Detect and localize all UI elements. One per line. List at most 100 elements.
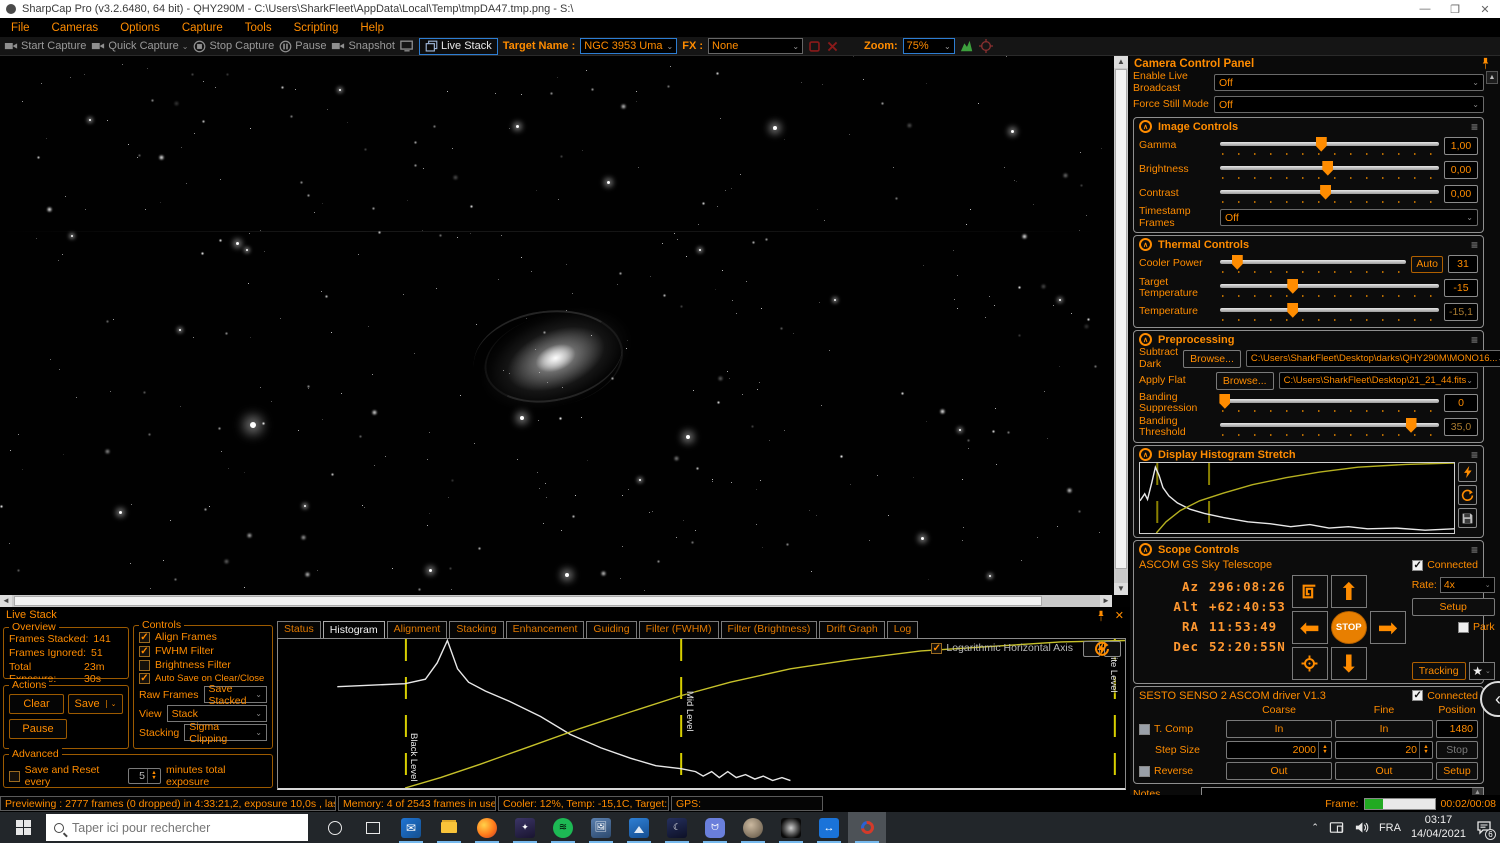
contrast-value[interactable]: 0,00 [1444, 185, 1478, 203]
taskbar-photos[interactable] [620, 812, 658, 843]
timestamp-frames-select[interactable]: Off ⌄ [1220, 209, 1478, 226]
cooler-power-slider[interactable] [1220, 254, 1406, 275]
focuser-connected-checkbox[interactable] [1412, 690, 1423, 701]
raw-frames-select[interactable]: Save Stacked ⌄ [204, 686, 267, 703]
log-axis-checkbox[interactable] [931, 643, 942, 654]
taskbar-planetarium[interactable] [734, 812, 772, 843]
slew-down-button[interactable]: ⬇ [1331, 647, 1367, 680]
tab-alignment[interactable]: Alignment [387, 621, 448, 638]
collapse-icon[interactable]: ∧ [1139, 448, 1152, 461]
minimize-button[interactable]: — [1410, 0, 1440, 18]
start-capture-button[interactable]: Start Capture [4, 39, 86, 53]
scroll-down-icon[interactable]: ▼ [1114, 583, 1128, 595]
menu-tools[interactable]: Tools [234, 22, 283, 34]
scroll-left-icon[interactable]: ◄ [0, 595, 12, 607]
image-horizontal-scrollbar[interactable]: ◄ ► [0, 595, 1112, 607]
taskbar-nightsky-app[interactable]: ☾ [658, 812, 696, 843]
scroll-right-icon[interactable]: ► [1100, 595, 1112, 607]
close-icon[interactable]: ✕ [1115, 609, 1124, 622]
gamma-value[interactable]: 1,00 [1444, 137, 1478, 155]
pause-button[interactable]: Pause [279, 40, 326, 53]
gamma-slider[interactable] [1220, 136, 1439, 157]
banding-threshold-value[interactable]: 35,0 [1444, 418, 1478, 436]
subtract-dark-path-select[interactable]: C:\Users\SharkFleet\Desktop\darks\QHY290… [1246, 350, 1500, 367]
tab-status[interactable]: Status [277, 621, 321, 638]
horizontal-scroll-thumb[interactable] [14, 596, 1042, 606]
scope-connected-checkbox[interactable] [1412, 560, 1423, 571]
park-checkbox[interactable] [1458, 622, 1469, 633]
collapse-icon[interactable]: ∧ [1139, 238, 1152, 251]
target-name-select[interactable]: NGC 3953 Uma ⌄ [580, 38, 677, 54]
coarse-out-button[interactable]: Out [1226, 762, 1332, 780]
save-stretch-button[interactable] [1458, 508, 1477, 528]
burger-icon[interactable]: ≡ [1471, 335, 1478, 345]
tab-filter-brightness[interactable]: Filter (Brightness) [721, 621, 818, 638]
taskbar-mail[interactable]: ✉ [392, 812, 430, 843]
cooler-auto-button[interactable]: Auto [1411, 256, 1443, 273]
slew-up-button[interactable]: ⬆ [1331, 575, 1367, 608]
scroll-up-icon[interactable]: ▲ [1486, 71, 1498, 84]
brightness-slider[interactable] [1220, 160, 1439, 181]
tab-drift-graph[interactable]: Drift Graph [819, 621, 884, 638]
tab-enhancement[interactable]: Enhancement [506, 621, 585, 638]
slew-left-button[interactable]: ⬅ [1292, 611, 1328, 644]
taskbar-firefox[interactable] [468, 812, 506, 843]
fine-step-spinner[interactable]: 20 ▲▼ [1335, 741, 1433, 759]
zoom-select[interactable]: 75% ⌄ [903, 38, 955, 54]
pin-icon[interactable] [1479, 57, 1492, 70]
clear-button[interactable]: Clear [9, 694, 64, 714]
close-button[interactable]: ✕ [1470, 0, 1500, 18]
taskbar-galaxy-app[interactable] [772, 812, 810, 843]
t-comp-checkbox[interactable] [1139, 724, 1150, 735]
apply-flat-browse-button[interactable]: Browse... [1216, 372, 1274, 390]
apply-flat-path-select[interactable]: C:\Users\SharkFleet\Desktop\21_21_44.fit… [1279, 372, 1478, 389]
view-select[interactable]: Stack ⌄ [167, 705, 267, 722]
fwhm-filter-checkbox[interactable] [139, 646, 150, 657]
menu-capture[interactable]: Capture [171, 22, 234, 34]
vertical-scroll-thumb[interactable] [1115, 69, 1127, 569]
slew-stop-button[interactable]: STOP [1331, 611, 1367, 644]
tray-notifications[interactable]: 6 [1476, 819, 1492, 837]
burger-icon[interactable]: ≡ [1471, 545, 1478, 555]
chevron-down-icon[interactable]: ⌄ [106, 700, 117, 708]
brightness-value[interactable]: 0,00 [1444, 161, 1478, 179]
focuser-setup-button[interactable]: Setup [1436, 762, 1478, 780]
selection-area-button[interactable] [808, 40, 821, 53]
taskbar-explorer[interactable] [430, 812, 468, 843]
menu-help[interactable]: Help [349, 22, 395, 34]
tray-clock[interactable]: 03:17 14/04/2021 [1411, 814, 1466, 840]
tray-chevron-up[interactable]: ⌃ [1311, 822, 1319, 833]
notes-textarea[interactable]: ▲ ▼ [1201, 787, 1484, 795]
scope-setup-button[interactable]: Setup [1412, 598, 1495, 616]
maximize-button[interactable]: ❐ [1440, 0, 1470, 18]
cortana-button[interactable] [316, 812, 354, 843]
tab-stacking[interactable]: Stacking [449, 621, 503, 638]
collapse-icon[interactable]: ∧ [1139, 543, 1152, 556]
brightness-filter-checkbox[interactable] [139, 660, 150, 671]
stack-histogram-plot[interactable]: Black Level Mid Level White Level Logari… [277, 638, 1126, 790]
live-stack-button[interactable]: Live Stack [419, 38, 498, 55]
tab-guiding[interactable]: Guiding [586, 621, 636, 638]
spiral-search-button[interactable] [1292, 575, 1328, 608]
panel-scrollbar[interactable]: ▲ [1486, 71, 1499, 781]
taskbar-spotify[interactable]: ≋ [544, 812, 582, 843]
menu-scripting[interactable]: Scripting [283, 22, 350, 34]
stacking-select[interactable]: Sigma Clipping ⌄ [184, 724, 267, 741]
tray-language[interactable]: FRA [1379, 822, 1401, 834]
search-input[interactable] [72, 821, 272, 835]
align-frames-checkbox[interactable] [139, 632, 150, 643]
taskbar-stellarium[interactable]: ✦ [506, 812, 544, 843]
slew-right-button[interactable]: ➡ [1370, 611, 1406, 644]
burger-icon[interactable]: ≡ [1471, 450, 1478, 460]
menu-file[interactable]: File [0, 22, 41, 34]
fx-select[interactable]: None ⌄ [708, 38, 803, 54]
tab-histogram[interactable]: Histogram [323, 621, 385, 638]
start-button[interactable] [0, 812, 46, 843]
reset-stretch-button[interactable] [1104, 641, 1121, 657]
stretch-histogram-plot[interactable] [1139, 462, 1455, 534]
enable-live-broadcast-select[interactable]: Off ⌄ [1214, 74, 1484, 91]
tray-volume-icon[interactable] [1354, 820, 1369, 835]
scroll-up-icon[interactable]: ▲ [1114, 56, 1128, 68]
center-target-button[interactable] [1292, 647, 1328, 680]
display-mode-button[interactable] [400, 39, 414, 53]
